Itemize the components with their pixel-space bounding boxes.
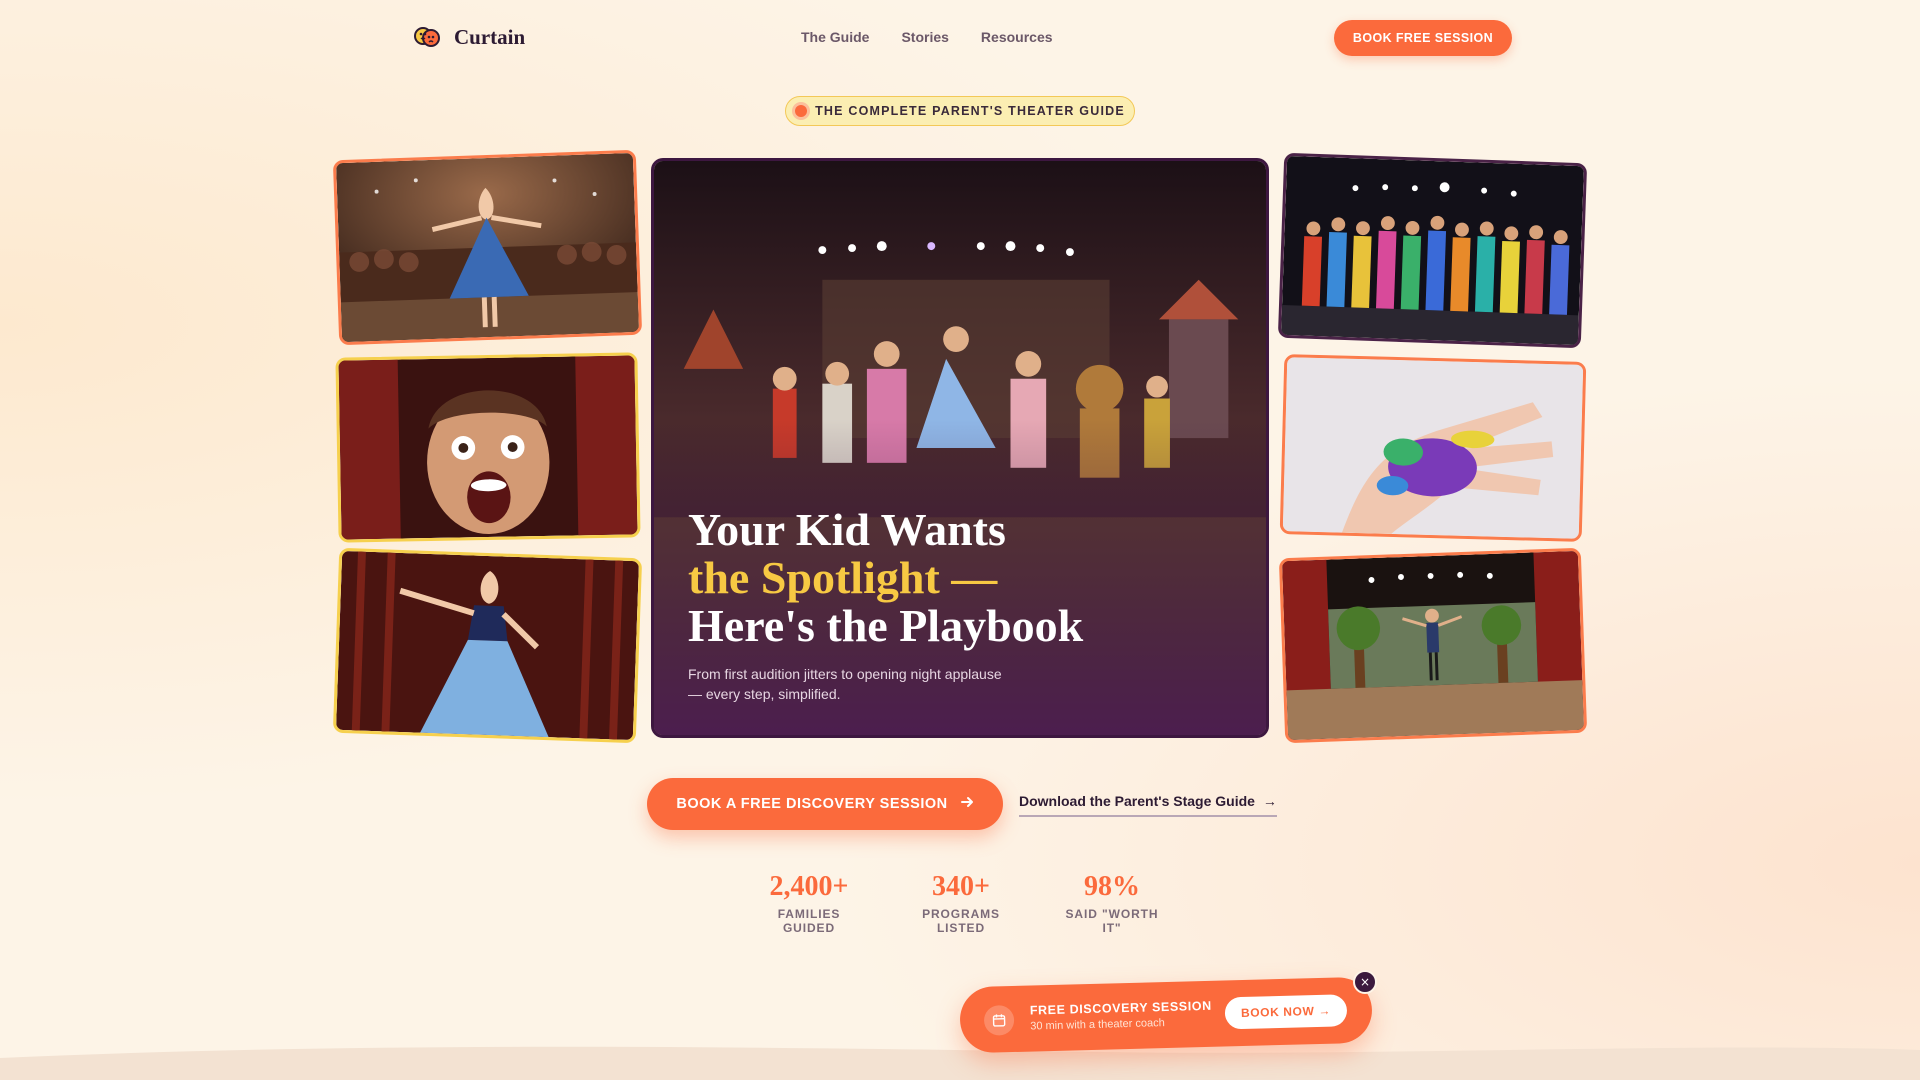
badge-dot-icon xyxy=(795,105,808,117)
hero-card: Your Kid Wants the Spotlight — Here's th… xyxy=(651,158,1269,738)
floating-cta-subtitle: 30 min with a theater coach xyxy=(1030,1017,1165,1033)
stat-value: 2,400+ xyxy=(769,871,849,902)
guide-badge: THE COMPLETE PARENT'S THEATER GUIDE xyxy=(785,96,1135,126)
brand-name: Curtain xyxy=(454,24,526,49)
calendar-icon xyxy=(983,1004,1015,1036)
hero-text-block: Your Kid Wants the Spotlight — Here's th… xyxy=(688,506,1236,704)
floating-cta-title: FREE DISCOVERY SESSION xyxy=(1029,998,1212,1018)
photo-kids-costume-lineup xyxy=(1277,152,1588,349)
download-stage-guide-link[interactable]: Download the Parent's Stage Guide → xyxy=(1019,793,1277,817)
stat-label: SAID "WORTH IT" xyxy=(1065,907,1159,935)
stat-label: FAMILIES GUIDED xyxy=(777,907,841,935)
bottom-hill-decoration xyxy=(0,1046,1920,1080)
nav-link-guide[interactable]: The Guide xyxy=(801,29,869,45)
hero-title-line3: Here's the Playbook xyxy=(688,600,1084,651)
arrow-right-icon xyxy=(960,795,974,813)
book-discovery-session-button[interactable]: BOOK A FREE DISCOVERY SESSION xyxy=(647,778,1003,830)
photo-child-stage-trees xyxy=(1278,547,1588,744)
link-arrow-icon: → xyxy=(1262,793,1277,809)
badge-text: THE COMPLETE PARENT'S THEATER GUIDE xyxy=(815,104,1125,118)
download-stage-guide-label: Download the Parent's Stage Guide xyxy=(1019,793,1255,809)
nav-link-resources[interactable]: Resources xyxy=(981,29,1053,45)
hero-title: Your Kid Wants the Spotlight — Here's th… xyxy=(688,506,1236,650)
hero-subtitle: From first audition jitters to opening n… xyxy=(688,666,1002,702)
stat-programs: 340+ PROGRAMS LISTED xyxy=(898,871,1024,935)
stat-families: 2,400+ FAMILIES GUIDED xyxy=(752,871,866,935)
stat-worth-it: 98% SAID "WORTH IT" xyxy=(1056,871,1168,935)
stat-label: PROGRAMS LISTED xyxy=(922,907,1000,935)
close-icon[interactable]: × xyxy=(1353,970,1377,994)
stat-value: 340+ xyxy=(932,871,990,902)
top-nav: Curtain The Guide Stories Resources BOOK… xyxy=(0,0,1920,76)
book-discovery-session-label: BOOK A FREE DISCOVERY SESSION xyxy=(676,796,948,812)
book-free-session-button[interactable]: BOOK FREE SESSION xyxy=(1334,20,1512,56)
nav-links: The Guide Stories Resources xyxy=(801,29,1053,45)
photo-painted-hand xyxy=(1279,354,1587,542)
brand-logo[interactable]: Curtain xyxy=(414,24,525,50)
book-now-button[interactable]: BOOK NOW → xyxy=(1224,994,1348,1030)
photo-girl-blue-dress-stage xyxy=(332,149,643,346)
hero-title-line1: Your Kid Wants xyxy=(688,504,1006,555)
curtain-logo-icon xyxy=(414,24,440,50)
photo-excited-boy xyxy=(335,352,641,543)
stat-value: 98% xyxy=(1084,871,1140,902)
photo-girl-blue-gown xyxy=(332,547,643,744)
nav-link-stories[interactable]: Stories xyxy=(901,29,948,45)
hero-title-highlight: the Spotlight — xyxy=(688,552,998,603)
floating-cta-bar: FREE DISCOVERY SESSION 30 min with a the… xyxy=(959,976,1373,1054)
